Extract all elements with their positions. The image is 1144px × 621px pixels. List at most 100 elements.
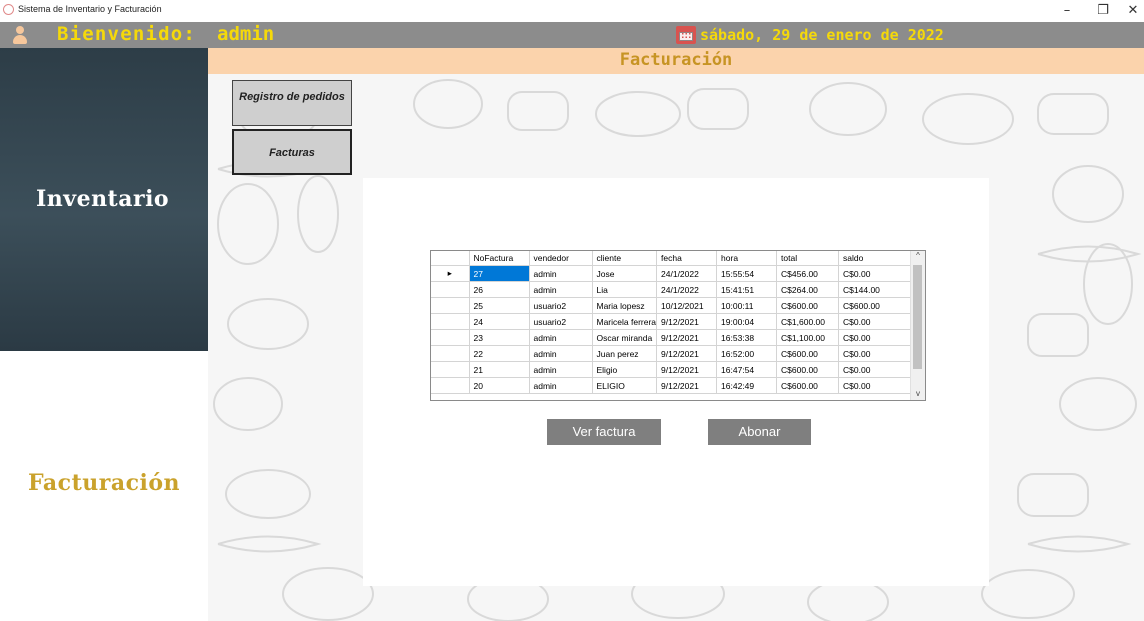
column-header[interactable]: fecha (656, 251, 718, 266)
column-header[interactable]: total (776, 251, 840, 266)
table-cell[interactable]: C$144.00 (838, 281, 915, 298)
table-cell[interactable]: C$456.00 (776, 265, 840, 282)
table-cell[interactable]: 10/12/2021 (656, 297, 718, 314)
section-header: Facturación (208, 48, 1144, 74)
welcome-label: Bienvenido: (57, 23, 197, 45)
column-header[interactable]: saldo (838, 251, 915, 266)
table-row[interactable]: 20 admin ELIGIO 9/12/2021 16:42:49 C$600.00 C$… (431, 377, 915, 394)
scroll-up-icon[interactable]: ^ (911, 251, 925, 260)
table-row[interactable]: 25 usuario2 Maria lopesz 10/12/2021 10:00:11… (431, 297, 915, 314)
current-date: sábado, 29 de enero de 2022 (700, 26, 944, 44)
registro-pedidos-button[interactable]: Registro de pedidos (232, 80, 352, 126)
table-cell[interactable]: 16:47:54 (716, 361, 778, 378)
table-cell[interactable]: admin (529, 329, 593, 346)
ver-factura-button[interactable]: Ver factura (547, 419, 661, 445)
table-cell[interactable]: usuario2 (529, 297, 593, 314)
table-cell[interactable]: 9/12/2021 (656, 361, 718, 378)
restore-button[interactable]: ❐ (1086, 0, 1120, 22)
row-header[interactable] (431, 329, 470, 346)
table-cell[interactable]: Oscar miranda (592, 329, 658, 346)
table-cell[interactable]: 16:53:38 (716, 329, 778, 346)
table-cell[interactable]: Jose (592, 265, 658, 282)
table-cell[interactable]: Juan perez (592, 345, 658, 362)
table-cell[interactable]: Lia (592, 281, 658, 298)
minimize-button[interactable]: – (1050, 0, 1084, 22)
table-cell[interactable]: 19:00:04 (716, 313, 778, 330)
table-cell[interactable]: C$600.00 (776, 345, 840, 362)
facturas-button[interactable]: Facturas (232, 129, 352, 175)
table-cell[interactable]: C$0.00 (838, 329, 915, 346)
table-cell[interactable]: 9/12/2021 (656, 377, 718, 394)
table-row[interactable]: 23 admin Oscar miranda 9/12/2021 16:53:38 C$1… (431, 329, 915, 346)
table-cell[interactable]: 9/12/2021 (656, 345, 718, 362)
table-cell[interactable]: Maricela ferrera (592, 313, 658, 330)
table-row[interactable]: 22 admin Juan perez 9/12/2021 16:52:00 C$600.… (431, 345, 915, 362)
app-icon (3, 4, 14, 15)
table-cell[interactable]: 15:41:51 (716, 281, 778, 298)
sidebar-item-facturacion[interactable]: Facturación (0, 351, 208, 621)
table-cell[interactable]: 22 (469, 345, 530, 362)
scrollbar-thumb[interactable] (913, 265, 922, 369)
table-cell[interactable]: admin (529, 377, 593, 394)
column-header[interactable]: vendedor (529, 251, 593, 266)
table-cell[interactable]: C$0.00 (838, 361, 915, 378)
column-header[interactable]: NoFactura (469, 251, 530, 266)
row-header[interactable] (431, 377, 470, 394)
table-cell[interactable]: 10:00:11 (716, 297, 778, 314)
table-cell[interactable]: 26 (469, 281, 530, 298)
table-cell[interactable]: 16:52:00 (716, 345, 778, 362)
table-cell[interactable]: usuario2 (529, 313, 593, 330)
table-cell[interactable]: ELIGIO (592, 377, 658, 394)
table-cell[interactable]: Eligio (592, 361, 658, 378)
sidebar-item-inventario[interactable]: Inventario (0, 48, 208, 351)
table-cell[interactable]: admin (529, 361, 593, 378)
table-cell[interactable]: C$1,100.00 (776, 329, 840, 346)
table-cell[interactable]: C$264.00 (776, 281, 840, 298)
table-cell[interactable]: C$600.00 (776, 361, 840, 378)
invoices-table[interactable]: NoFactura vendedor cliente fecha hora to… (430, 250, 926, 401)
table-row[interactable]: 26 admin Lia 24/1/2022 15:41:51 C$264.00 C$144… (431, 281, 915, 298)
table-cell[interactable]: 16:42:49 (716, 377, 778, 394)
abonar-button[interactable]: Abonar (708, 419, 811, 445)
row-header[interactable] (431, 361, 470, 378)
table-cell[interactable]: admin (529, 345, 593, 362)
app-header: Bienvenido: admin sábado, 29 de enero de… (0, 22, 1144, 48)
column-header[interactable]: cliente (592, 251, 658, 266)
table-cell[interactable]: 21 (469, 361, 530, 378)
table-cell[interactable]: 20 (469, 377, 530, 394)
table-cell[interactable]: 25 (469, 297, 530, 314)
row-header[interactable] (431, 281, 470, 298)
table-cell[interactable]: C$0.00 (838, 265, 915, 282)
table-cell[interactable]: 24 (469, 313, 530, 330)
table-row[interactable]: 21 admin Eligio 9/12/2021 16:47:54 C$600.00 C$… (431, 361, 915, 378)
table-cell[interactable]: 9/12/2021 (656, 313, 718, 330)
table-cell[interactable]: 24/1/2022 (656, 265, 718, 282)
table-scrollbar[interactable]: ^ v (910, 251, 925, 400)
row-header[interactable] (431, 313, 470, 330)
table-cell[interactable]: 9/12/2021 (656, 329, 718, 346)
close-button[interactable]: ✕ (1116, 0, 1144, 22)
table-cell[interactable]: 23 (469, 329, 530, 346)
table-cell[interactable]: 15:55:54 (716, 265, 778, 282)
column-header[interactable]: hora (716, 251, 778, 266)
table-row[interactable]: 24 usuario2 Maricela ferrera 9/12/2021 19:00… (431, 313, 915, 330)
table-cell[interactable]: C$0.00 (838, 377, 915, 394)
table-cell[interactable]: C$0.00 (838, 345, 915, 362)
table-cell[interactable]: Maria lopesz (592, 297, 658, 314)
table-cell[interactable]: C$600.00 (776, 297, 840, 314)
row-header[interactable]: ▸ (431, 265, 470, 282)
user-icon (12, 26, 28, 44)
table-cell[interactable]: 24/1/2022 (656, 281, 718, 298)
table-cell[interactable]: admin (529, 265, 593, 282)
row-header[interactable] (431, 297, 470, 314)
table-cell[interactable]: C$600.00 (776, 377, 840, 394)
table-cell[interactable]: C$1,600.00 (776, 313, 840, 330)
scroll-down-icon[interactable]: v (911, 389, 925, 398)
table-cell[interactable]: C$0.00 (838, 313, 915, 330)
table-row[interactable]: ▸ 27 admin Jose 24/1/2022 15:55:54 C$456.00 C$0… (431, 265, 915, 282)
table-cell[interactable]: 27 (469, 265, 530, 282)
calendar-icon (676, 26, 696, 44)
table-cell[interactable]: admin (529, 281, 593, 298)
row-header[interactable] (431, 345, 470, 362)
table-cell[interactable]: C$600.00 (838, 297, 915, 314)
